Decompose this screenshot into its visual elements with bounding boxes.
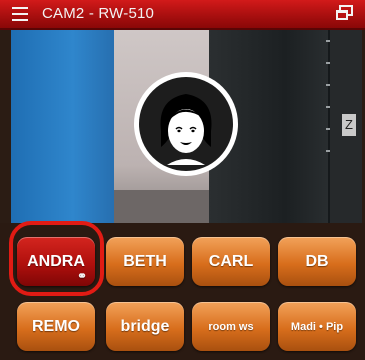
preset-button-andra[interactable]: ANDRA ⚭ bbox=[17, 237, 95, 286]
preset-label: REMO bbox=[32, 317, 80, 335]
preset-button-bridge[interactable]: bridge bbox=[106, 302, 184, 351]
preset-button-beth[interactable]: BETH bbox=[106, 237, 184, 286]
link-icon: ⚭ bbox=[76, 269, 87, 283]
preset-label: CARL bbox=[208, 252, 254, 270]
title-bar: CAM2 - RW-510 bbox=[0, 0, 365, 30]
camera-window: CAM2 - RW-510 Z ANDRA ⚭ BETH CARL DB REM… bbox=[0, 0, 365, 360]
preset-label: ANDRA bbox=[27, 252, 85, 270]
video-overlay-letter: Z bbox=[342, 114, 356, 136]
preset-label: bridge bbox=[120, 317, 170, 335]
preset-button-db[interactable]: DB bbox=[278, 237, 356, 286]
preset-label: room ws bbox=[208, 320, 254, 333]
preset-button-carl[interactable]: CARL bbox=[192, 237, 270, 286]
preset-label: BETH bbox=[123, 252, 167, 270]
preset-button-madi-pip[interactable]: Madi • Pip bbox=[278, 302, 356, 351]
video-floor bbox=[114, 190, 209, 223]
preset-button-room-ws[interactable]: room ws bbox=[192, 302, 270, 351]
preset-button-remo[interactable]: REMO bbox=[17, 302, 95, 351]
video-blue-wall bbox=[11, 30, 114, 223]
person-avatar-icon bbox=[131, 69, 241, 179]
preset-label: Madi • Pip bbox=[290, 320, 344, 333]
restore-window-icon[interactable] bbox=[335, 5, 353, 21]
hamburger-menu-icon[interactable] bbox=[12, 7, 28, 21]
preset-label: DB bbox=[305, 252, 329, 270]
window-title: CAM2 - RW-510 bbox=[42, 5, 155, 22]
